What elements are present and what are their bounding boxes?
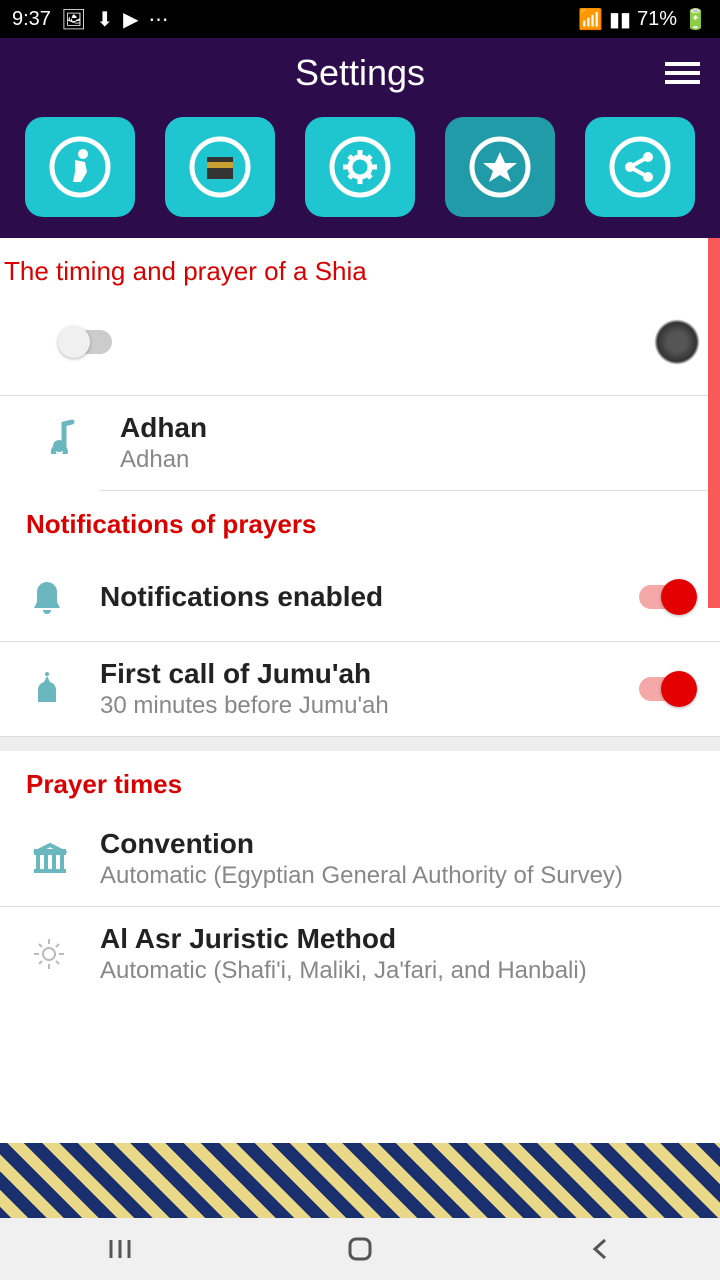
status-time: 9:37 — [12, 8, 51, 31]
section-shia-title: The timing and prayer of a Shia — [0, 238, 720, 299]
youtube-icon: ▶ — [123, 7, 138, 32]
asr-value: Automatic (Shafi'i, Maliki, Ja'fari, and… — [100, 957, 700, 985]
shia-avatar — [654, 319, 700, 365]
signal-icon: ▮▮ — [609, 7, 631, 32]
shia-toggle[interactable] — [60, 330, 112, 354]
nav-prayer-icon[interactable] — [25, 117, 135, 217]
jumuah-toggle[interactable] — [639, 677, 691, 701]
adhan-label: Adhan — [120, 412, 207, 444]
scroll-indicator — [708, 238, 720, 608]
download-icon: ⬇ — [96, 7, 113, 32]
jumuah-row[interactable]: First call of Jumu'ah 30 minutes before … — [0, 642, 720, 737]
status-bar: 9:37 🖼 ⬇ ▶ ⋯ 📶 ▮▮ 71% 🔋 — [0, 0, 720, 38]
recents-button[interactable] — [95, 1229, 145, 1269]
notifications-toggle[interactable] — [639, 585, 691, 609]
battery-icon: 🔋 — [683, 7, 708, 32]
asr-row[interactable]: Al Asr Juristic Method Automatic (Shafi'… — [0, 907, 720, 1001]
building-icon — [30, 841, 70, 877]
music-note-icon — [50, 418, 80, 454]
adhan-row[interactable]: Adhan Adhan — [100, 396, 720, 491]
nav-tabs — [0, 108, 720, 238]
jumuah-label: First call of Jumu'ah — [100, 658, 630, 690]
section-prayer-times-title: Prayer times — [0, 751, 720, 812]
page-title: Settings — [295, 52, 425, 94]
bell-icon — [30, 578, 64, 616]
wifi-icon: 📶 — [578, 7, 603, 32]
battery-text: 71% — [637, 8, 677, 31]
nav-star-icon[interactable] — [445, 117, 555, 217]
app-header: Settings — [0, 38, 720, 108]
convention-value: Automatic (Egyptian General Authority of… — [100, 862, 700, 890]
image-icon: 🖼 — [61, 7, 86, 32]
content-scroll[interactable]: The timing and prayer of a Shia Adhan Ad… — [0, 238, 720, 1143]
nav-settings-icon[interactable] — [305, 117, 415, 217]
system-nav-bar — [0, 1218, 720, 1280]
nav-share-icon[interactable] — [585, 117, 695, 217]
notifications-enabled-label: Notifications enabled — [100, 581, 630, 613]
nav-kaaba-icon[interactable] — [165, 117, 275, 217]
back-button[interactable] — [575, 1229, 625, 1269]
more-icon: ⋯ — [148, 7, 168, 32]
section-divider — [0, 737, 720, 751]
convention-row[interactable]: Convention Automatic (Egyptian General A… — [0, 812, 720, 907]
menu-button[interactable] — [665, 62, 700, 84]
home-button[interactable] — [335, 1229, 385, 1269]
ad-banner[interactable] — [0, 1143, 720, 1218]
jumuah-subtitle: 30 minutes before Jumu'ah — [100, 692, 630, 720]
convention-label: Convention — [100, 828, 700, 860]
asr-label: Al Asr Juristic Method — [100, 923, 700, 955]
adhan-value: Adhan — [120, 446, 207, 474]
mosque-icon — [30, 670, 64, 708]
notifications-enabled-row[interactable]: Notifications enabled — [0, 552, 720, 642]
shia-toggle-row[interactable] — [0, 299, 720, 396]
section-notifications-title: Notifications of prayers — [0, 491, 720, 552]
sun-icon — [30, 935, 68, 973]
